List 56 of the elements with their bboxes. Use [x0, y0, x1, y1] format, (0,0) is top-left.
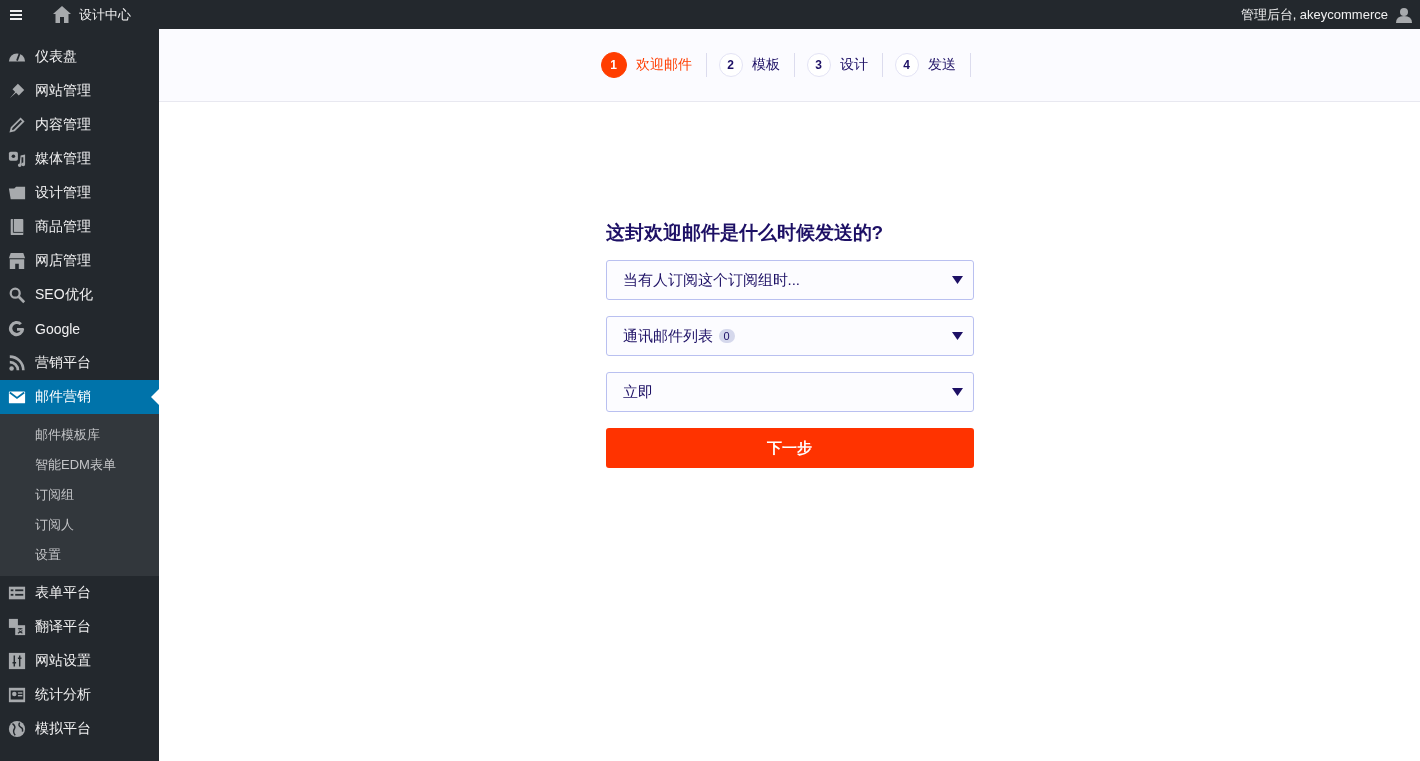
- globe-icon: [8, 720, 26, 738]
- step-tab[interactable]: 1 欢迎邮件: [600, 53, 707, 77]
- translate-icon: [8, 618, 26, 636]
- report-icon: [8, 686, 26, 704]
- select-value: 当有人订阅这个订阅组时...: [622, 270, 800, 290]
- submenu-item[interactable]: 设置: [0, 540, 159, 570]
- sidebar-item[interactable]: 营销平台: [0, 346, 159, 380]
- folder-icon: [8, 184, 26, 202]
- pushpin-icon: [8, 82, 26, 100]
- submenu-item[interactable]: 邮件模板库: [0, 420, 159, 450]
- select-value: 通讯邮件列表: [622, 326, 713, 346]
- site-title-link[interactable]: 设计中心: [79, 5, 131, 24]
- dropdown-select[interactable]: 立即: [605, 372, 974, 412]
- sidebar-item[interactable]: 仪表盘: [0, 40, 159, 74]
- dropdown-select[interactable]: 当有人订阅这个订阅组时...: [605, 260, 974, 300]
- rss-icon: [8, 354, 26, 372]
- book-icon: [8, 218, 26, 236]
- media-icon: [8, 150, 26, 168]
- sidebar-item[interactable]: 统计分析: [0, 678, 159, 712]
- sidebar-item[interactable]: 商品管理: [0, 210, 159, 244]
- sidebar-item[interactable]: 表单平台: [0, 576, 159, 610]
- sidebar-item[interactable]: 设计管理: [0, 176, 159, 210]
- step-tab[interactable]: 2 模板: [718, 53, 795, 77]
- next-button[interactable]: 下一步: [605, 428, 974, 468]
- submenu-item[interactable]: 订阅组: [0, 480, 159, 510]
- submenu-item[interactable]: 订阅人: [0, 510, 159, 540]
- account-link[interactable]: 管理后台, akeycommerce: [1240, 5, 1388, 24]
- storefront-icon: [8, 252, 26, 270]
- submenu-item[interactable]: 智能EDM表单: [0, 450, 159, 480]
- sidebar-item[interactable]: SEO优化: [0, 278, 159, 312]
- pencil-icon: [8, 116, 26, 134]
- sidebar-item[interactable]: 网站设置: [0, 644, 159, 678]
- home-icon[interactable]: [53, 6, 71, 23]
- dropdown-select[interactable]: 通讯邮件列表 0: [605, 316, 974, 356]
- caret-icon: [951, 388, 963, 396]
- sliders-icon: [8, 652, 26, 670]
- form-icon: [8, 584, 26, 602]
- sidebar-item[interactable]: 模拟平台: [0, 712, 159, 746]
- sidebar-item[interactable]: 翻译平台: [0, 610, 159, 644]
- question-heading: 这封欢迎邮件是什么时候发送的?: [605, 221, 885, 245]
- current-pointer-icon: [151, 389, 159, 405]
- step-tab[interactable]: 3 设计: [806, 53, 883, 77]
- caret-icon: [951, 332, 963, 340]
- sidebar-item[interactable]: Google: [0, 312, 159, 346]
- g-letter-icon: [8, 320, 26, 338]
- sidebar-item[interactable]: 网站管理: [0, 74, 159, 108]
- sidebar-item[interactable]: 邮件营销: [0, 380, 159, 414]
- sidebar-item[interactable]: 媒体管理: [0, 142, 159, 176]
- user-icon[interactable]: [1396, 6, 1412, 23]
- sidebar-item[interactable]: 网店管理: [0, 244, 159, 278]
- select-value: 立即: [622, 382, 653, 402]
- caret-icon: [951, 276, 963, 284]
- step-tab[interactable]: 4 发送: [894, 53, 971, 77]
- search-icon: [8, 286, 26, 304]
- sidebar-item[interactable]: 内容管理: [0, 108, 159, 142]
- count-badge: 0: [718, 329, 735, 343]
